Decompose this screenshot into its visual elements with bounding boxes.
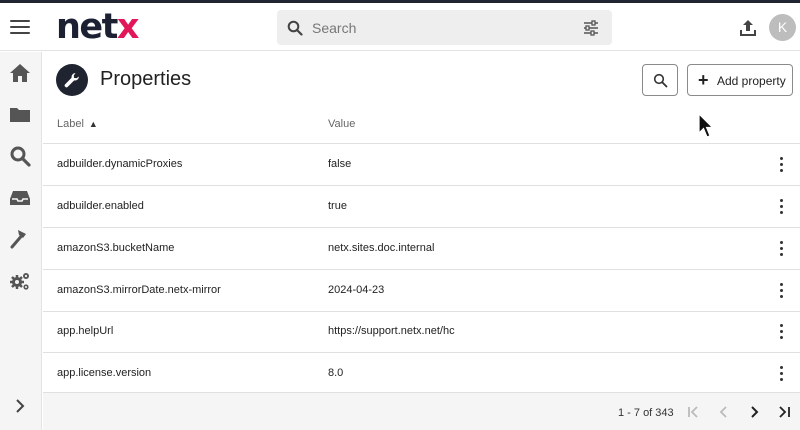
sidebar-item-settings[interactable] (9, 270, 33, 294)
more-options-icon[interactable] (779, 199, 785, 215)
last-page-button[interactable] (776, 404, 792, 420)
page-title: Properties (100, 68, 192, 90)
search-icon (287, 20, 303, 36)
chevron-right-icon (16, 399, 25, 413)
table-row[interactable]: app.helpUrl https://support.netx.net/hc (43, 311, 800, 353)
sidebar-item-search[interactable] (9, 145, 33, 169)
property-value: 2024-04-23 (328, 284, 385, 296)
search-icon (653, 73, 668, 88)
home-icon (10, 64, 30, 82)
logo-text-x: x (116, 7, 140, 47)
sidebar (0, 52, 42, 430)
logo-text-net: net (56, 7, 118, 47)
more-options-icon[interactable] (779, 324, 785, 340)
more-options-icon[interactable] (779, 241, 785, 257)
search-placeholder[interactable]: Search (312, 20, 356, 36)
search-properties-button[interactable] (642, 64, 678, 96)
previous-page-button[interactable] (716, 404, 732, 420)
app-header: netx Search K (0, 3, 800, 51)
table-row[interactable]: adbuilder.dynamicProxies false (43, 144, 800, 186)
property-label: app.helpUrl (57, 325, 114, 337)
inbox-icon (10, 191, 30, 205)
sidebar-item-home[interactable] (9, 62, 33, 86)
table-row[interactable]: app.license.version 8.0 (43, 353, 800, 395)
table-row[interactable]: amazonS3.bucketName netx.sites.doc.inter… (43, 228, 800, 270)
hamburger-menu-icon[interactable] (10, 17, 30, 37)
more-options-icon[interactable] (779, 366, 785, 382)
first-page-icon (688, 406, 698, 418)
column-header-value[interactable]: Value (328, 118, 355, 130)
more-options-icon[interactable] (779, 283, 785, 299)
gears-icon (10, 273, 29, 290)
netx-logo[interactable]: netx (56, 7, 140, 47)
property-value: true (328, 200, 347, 212)
property-value: 8.0 (328, 367, 344, 379)
sidebar-expand-button[interactable] (12, 398, 28, 414)
global-search-bar[interactable]: Search (277, 10, 612, 45)
property-label: app.license.version (57, 367, 152, 379)
upload-icon[interactable] (739, 18, 757, 38)
chevron-left-icon (719, 406, 727, 418)
table-row[interactable]: amazonS3.mirrorDate.netx-mirror 2024-04-… (43, 270, 800, 312)
add-property-button[interactable]: + Add property (687, 64, 793, 96)
property-value: https://support.netx.net/hc (328, 325, 455, 337)
add-property-label: Add property (717, 74, 786, 88)
hammer-icon (10, 230, 26, 249)
property-value: netx.sites.doc.internal (328, 242, 435, 254)
sort-ascending-icon: ▲ (88, 119, 98, 129)
plus-icon: + (698, 70, 709, 90)
last-page-icon (779, 406, 790, 418)
mouse-pointer-icon (698, 113, 714, 138)
pagination-bar: 1 - 7 of 343 (43, 392, 800, 430)
filter-sliders-icon[interactable] (583, 20, 599, 36)
search-icon (10, 146, 31, 167)
property-label: amazonS3.bucketName (57, 242, 175, 254)
user-avatar[interactable]: K (769, 14, 796, 41)
folder-icon (10, 108, 30, 122)
property-value: false (328, 158, 352, 170)
more-options-icon[interactable] (779, 157, 785, 173)
chevron-right-icon (751, 406, 759, 418)
properties-title-badge (56, 64, 88, 96)
property-label: adbuilder.dynamicProxies (57, 158, 183, 170)
wrench-icon (64, 73, 79, 88)
sidebar-item-tools[interactable] (9, 228, 33, 252)
sidebar-item-inbox[interactable] (9, 187, 33, 211)
column-header-label-text: Label (57, 118, 84, 130)
property-label: amazonS3.mirrorDate.netx-mirror (57, 284, 221, 296)
pagination-range: 1 - 7 of 343 (618, 407, 674, 419)
first-page-button[interactable] (686, 404, 702, 420)
property-label: adbuilder.enabled (57, 200, 144, 212)
table-row[interactable]: adbuilder.enabled true (43, 186, 800, 228)
sidebar-item-folders[interactable] (9, 104, 33, 128)
main-content: Properties + Add property Label ▲ Value a… (43, 52, 800, 430)
column-header-label[interactable]: Label ▲ (57, 118, 98, 130)
next-page-button[interactable] (746, 404, 762, 420)
